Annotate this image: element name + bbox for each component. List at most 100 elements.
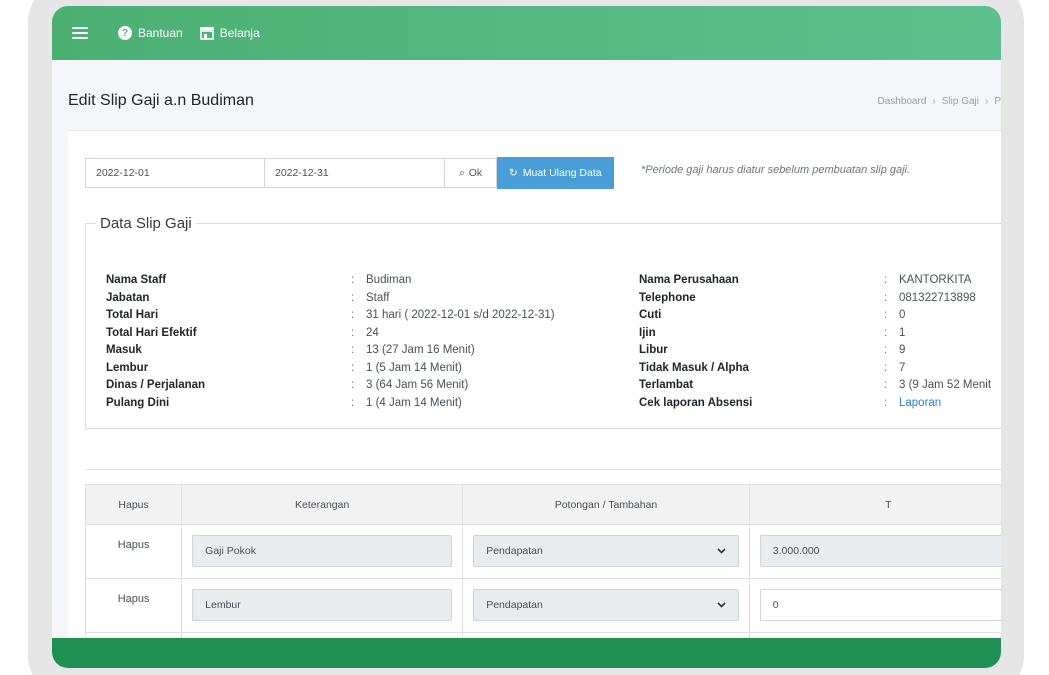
- table-row: Hapus Gaji Pokok Pendapatan 3.000.000: [84, 524, 1001, 579]
- col-header-tipe: Potongan / Tambahan: [462, 484, 750, 525]
- page-title: Edit Slip Gaji a.n Budiman: [68, 92, 254, 109]
- info-row: Cek laporan Absensi: Laporan: [639, 395, 991, 413]
- tipe-select-value: Pendapatan: [486, 599, 543, 611]
- main-card: 2022-12-01 2022-12-31 ⌕ Ok ↻ Muat Ulang …: [68, 130, 1001, 668]
- info-label: Tidak Masuk / Alpha: [639, 361, 749, 374]
- info-label: Cek laporan Absensi: [639, 396, 753, 409]
- info-colon: :: [351, 326, 355, 339]
- info-label: Dinas / Perjalanan: [106, 379, 206, 391]
- info-row: Jabatan: Staff: [106, 290, 555, 308]
- period-filter: 2022-12-01 2022-12-31 ⌕ Ok ↻ Muat Ulang …: [85, 157, 614, 189]
- end-date-input[interactable]: 2022-12-31: [265, 158, 445, 188]
- info-value: 9: [899, 344, 906, 356]
- info-value: 7: [899, 361, 906, 374]
- app-screen: ? Bantuan Belanja Edit Slip Gaji a.n Bud…: [52, 6, 1001, 668]
- info-colon: :: [351, 291, 355, 304]
- info-colon: :: [351, 344, 355, 356]
- col-header-keterangan: Keterangan: [181, 484, 464, 525]
- info-row: Dinas / Perjalanan:3 (64 Jam 56 Menit): [106, 377, 555, 395]
- keterangan-field[interactable]: Lembur: [192, 589, 453, 621]
- info-label: Jabatan: [106, 291, 150, 304]
- nav-shop-label: Belanja: [219, 26, 260, 40]
- info-value: 31 hari ( 2022-12-01 s/d 2022-12-31): [366, 309, 555, 321]
- info-label: Cuti: [639, 309, 662, 321]
- slip-right-info: Nama Perusahaan: KANTORKITA Telephone:081…: [639, 272, 991, 412]
- info-colon: :: [351, 361, 355, 374]
- info-colon: :: [351, 379, 355, 391]
- info-label: Terlambat: [639, 379, 694, 391]
- info-label: Nama Perusahaan: [639, 274, 739, 286]
- nav-help[interactable]: ? Bantuan: [118, 26, 183, 40]
- info-colon: :: [884, 361, 888, 374]
- info-row: Lembur:1 (5 Jam 14 Menit): [106, 360, 555, 378]
- tipe-select[interactable]: Pendapatan: [473, 535, 739, 567]
- info-value: 1 (4 Jam 14 Menit): [366, 396, 462, 409]
- search-icon: ⌕: [458, 166, 465, 179]
- help-icon: ?: [118, 26, 132, 40]
- ok-button[interactable]: ⌕ Ok: [445, 158, 497, 188]
- info-value: Budiman: [366, 274, 412, 286]
- tipe-cell: Pendapatan: [462, 524, 750, 579]
- tipe-select[interactable]: Pendapatan: [473, 589, 739, 621]
- info-label: Libur: [639, 344, 668, 356]
- info-label: Pulang Dini: [106, 396, 170, 409]
- info-value: 081322713898: [899, 291, 976, 304]
- info-row: Tidak Masuk / Alpha:7: [639, 360, 991, 378]
- info-value: KANTORKITA: [899, 274, 972, 286]
- tipe-select-value: Pendapatan: [486, 545, 543, 557]
- info-row: Total Hari Efektif:24: [106, 325, 555, 343]
- nilai-cell: 3.000.000: [748, 524, 1001, 579]
- breadcrumb-slip-gaji[interactable]: Slip Gaji: [942, 96, 979, 107]
- info-colon: :: [351, 274, 355, 286]
- table-header-row: Hapus Keterangan Potongan / Tambahan T: [84, 484, 1001, 525]
- info-label: Total Hari: [106, 309, 159, 321]
- amount-field[interactable]: 3.000.000: [759, 535, 1001, 567]
- info-colon: :: [884, 396, 888, 409]
- info-row: Ijin:1: [639, 325, 991, 343]
- top-navbar: ? Bantuan Belanja: [52, 6, 1001, 60]
- info-value: 3 (64 Jam 56 Menit): [366, 379, 469, 391]
- info-row: Nama Staff: Budiman: [106, 272, 555, 290]
- attendance-report-link[interactable]: Laporan: [899, 395, 941, 413]
- slip-data-fieldset: Data Slip Gaji Nama Staff: Budiman Jabata…: [85, 215, 1001, 429]
- delete-row-button[interactable]: Hapus: [84, 524, 183, 579]
- table-row: Hapus Lembur Pendapatan 0: [84, 578, 1001, 633]
- page-header: Edit Slip Gaji a.n Budiman Dashboard › S…: [68, 92, 1001, 110]
- breadcrumb-current: P: [994, 95, 1001, 107]
- info-value: 1: [899, 326, 906, 339]
- breadcrumb-dashboard[interactable]: Dashboard: [877, 96, 926, 107]
- tipe-cell: Pendapatan: [462, 578, 750, 633]
- col-header-total: T: [748, 484, 1001, 525]
- info-row: Cuti:0: [639, 307, 991, 325]
- keterangan-cell: Lembur: [181, 578, 464, 633]
- period-note: *Periode gaji harus diatur sebelum pembu…: [641, 164, 911, 176]
- info-row: Nama Perusahaan: KANTORKITA: [639, 272, 991, 290]
- info-colon: :: [884, 291, 888, 304]
- info-label: Masuk: [106, 344, 142, 356]
- delete-row-button[interactable]: Hapus: [84, 578, 183, 633]
- col-header-hapus: Hapus: [84, 484, 183, 525]
- slip-legend: Data Slip Gaji: [100, 215, 192, 232]
- start-date-input[interactable]: 2022-12-01: [85, 158, 265, 188]
- chevron-down-icon: [717, 548, 726, 554]
- info-label: Telephone: [639, 291, 696, 304]
- refresh-icon: ↻: [509, 167, 518, 179]
- amount-field[interactable]: 0: [759, 589, 1001, 621]
- nav-shop[interactable]: Belanja: [199, 26, 260, 40]
- keterangan-field[interactable]: Gaji Pokok: [192, 535, 453, 567]
- menu-icon[interactable]: [72, 27, 88, 39]
- reload-data-button[interactable]: ↻ Muat Ulang Data: [497, 157, 614, 189]
- breadcrumb-separator: ›: [932, 95, 936, 107]
- info-colon: :: [351, 309, 355, 321]
- info-colon: :: [351, 396, 355, 409]
- info-row: Masuk:13 (27 Jam 16 Menit): [106, 342, 555, 360]
- info-label: Ijin: [639, 326, 656, 339]
- info-colon: :: [884, 326, 888, 339]
- info-row: Pulang Dini:1 (4 Jam 14 Menit): [106, 395, 555, 413]
- nilai-cell: 0: [748, 578, 1001, 633]
- info-row: Total Hari:31 hari ( 2022-12-01 s/d 2022…: [106, 307, 555, 325]
- info-value: 1 (5 Jam 14 Menit): [366, 361, 462, 374]
- ok-button-label: Ok: [468, 167, 483, 179]
- info-colon: :: [884, 379, 888, 391]
- info-label: Total Hari Efektif: [106, 326, 197, 339]
